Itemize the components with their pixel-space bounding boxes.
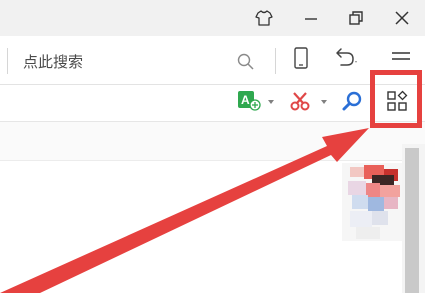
close-icon	[394, 10, 410, 26]
search-icon[interactable]	[236, 52, 256, 72]
restore-window-icon	[348, 10, 364, 26]
tshirt-skin-icon	[255, 9, 273, 27]
find-button[interactable]	[340, 89, 364, 117]
screenshot-dropdown-caret[interactable]	[321, 100, 327, 104]
divider	[7, 48, 8, 74]
screenshot-button[interactable]	[288, 89, 312, 117]
search-placeholder: 点此搜索	[23, 53, 84, 71]
close-button[interactable]	[382, 0, 422, 36]
translate-dropdown-caret[interactable]	[268, 100, 274, 104]
undo-icon	[331, 46, 359, 75]
toolbar: A	[0, 85, 425, 122]
translate-button[interactable]: A	[236, 89, 262, 117]
pixelated-thumbnail	[342, 163, 406, 241]
magnifier-icon	[341, 90, 363, 117]
highlight-box	[370, 70, 422, 128]
minimize-button[interactable]	[291, 0, 331, 36]
title-bar	[0, 0, 425, 36]
tab-strip	[0, 122, 425, 161]
minimize-icon	[303, 10, 319, 26]
undo-button[interactable]	[330, 45, 360, 75]
hamburger-menu-icon	[390, 48, 412, 73]
scrollbar-thumb[interactable]	[405, 148, 419, 293]
mobile-button[interactable]	[286, 45, 316, 75]
scissors-icon	[289, 90, 311, 117]
search-input[interactable]: 点此搜索	[12, 46, 264, 76]
browser-window: 点此搜索 A	[0, 0, 425, 293]
divider	[275, 48, 276, 74]
mobile-phone-icon	[291, 46, 311, 75]
skin-button[interactable]	[244, 0, 284, 36]
translate-icon: A	[237, 90, 261, 117]
address-bar-row: 点此搜索	[0, 36, 425, 85]
restore-button[interactable]	[336, 0, 376, 36]
svg-text:A: A	[241, 93, 250, 107]
